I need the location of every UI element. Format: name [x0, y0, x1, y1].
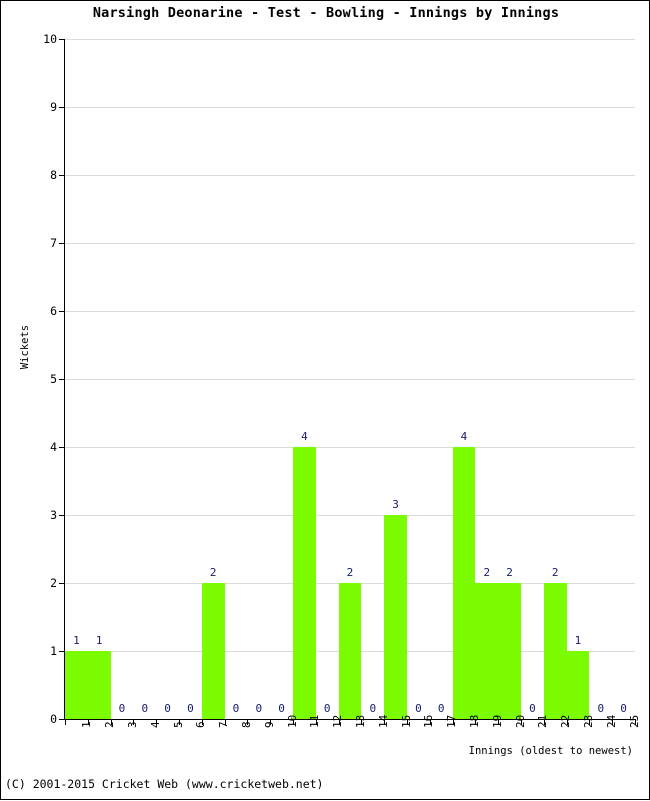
bar: [475, 583, 499, 719]
bar-value-label: 0: [323, 702, 331, 715]
x-axis-tick-mark: [612, 720, 614, 725]
x-axis-tick-mark: [224, 720, 226, 725]
gridline: [65, 243, 635, 244]
y-axis-tick-mark: [59, 243, 65, 244]
y-axis-tick-mark: [59, 311, 65, 312]
bar: [566, 651, 590, 719]
page-title: Narsingh Deonarine - Test - Bowling - In…: [92, 5, 560, 21]
footer-copyright: (C) 2001-2015 Cricket Web (www.cricketwe…: [5, 777, 324, 791]
bar-value-label: 0: [118, 702, 126, 715]
x-axis-tick-mark: [156, 720, 158, 725]
bar-value-label: 2: [483, 566, 491, 579]
bar-value-label: 0: [369, 702, 377, 715]
x-axis-tick-mark: [521, 720, 522, 725]
chart-page: Narsingh Deonarine - Test - Bowling - In…: [0, 0, 650, 800]
bar-value-label: 2: [506, 566, 513, 579]
bar-value-label: 0: [278, 702, 285, 715]
bar-value-label: 2: [346, 566, 354, 579]
bar-value-label: 0: [187, 702, 194, 715]
bar: [338, 583, 362, 719]
y-axis-tick-label: 6: [50, 304, 57, 318]
bar-value-label: 4: [460, 430, 468, 443]
x-axis-tick-mark: [270, 720, 272, 725]
y-axis-tick-mark: [59, 583, 65, 584]
x-axis-tick-mark: [635, 720, 636, 725]
bar-value-label: 0: [529, 702, 536, 715]
y-axis-tick-labels: 0 1 2 3 4 5 6 7 8 9 10: [1, 1, 57, 801]
y-axis-tick-label: 10: [43, 32, 57, 46]
x-axis-tick-mark: [361, 720, 363, 725]
bar: [293, 447, 316, 719]
x-axis-tick-mark: [315, 720, 317, 725]
bar-value-label: 1: [73, 634, 80, 647]
y-axis-tick-mark: [59, 39, 65, 40]
x-axis-tick-mark: [133, 720, 135, 725]
x-axis-tick-mark: [87, 720, 89, 725]
y-axis-tick-mark: [59, 515, 65, 516]
gridline: [65, 515, 635, 516]
y-axis-tick-mark: [59, 651, 65, 652]
plot-area: 1 1 0 0 0 0 2 0 0 0 4 0 2 0 3 0 0 4 2 2 0 2 1 0 0: [65, 39, 635, 719]
y-axis-tick-label: 9: [50, 100, 57, 114]
bar-value-label: 0: [620, 702, 627, 715]
x-axis-tick-mark: [293, 720, 294, 725]
x-axis-tick-mark: [247, 720, 249, 725]
bar-value-label: 2: [551, 566, 559, 579]
gridline: [65, 39, 635, 40]
bar: [498, 583, 521, 719]
y-axis-tick-label: 2: [50, 576, 57, 590]
x-axis-tick-mark: [338, 720, 340, 725]
x-axis-tick-mark: [179, 720, 180, 725]
y-axis-tick-mark: [59, 379, 65, 380]
gridline: [65, 175, 635, 176]
bar-value-label: 0: [415, 702, 422, 715]
bar-value-label: 0: [232, 702, 240, 715]
x-axis-line: [64, 719, 636, 720]
y-axis-tick-label: 4: [50, 440, 57, 454]
y-axis-tick-mark: [59, 107, 65, 108]
y-axis-tick-label: 1: [50, 644, 57, 658]
x-axis-tick-mark: [498, 720, 500, 725]
bar: [384, 515, 407, 719]
bar-value-label: 1: [574, 634, 582, 647]
gridline: [65, 107, 635, 108]
bar: [452, 447, 476, 719]
x-axis-title: Innings (oldest to newest): [468, 745, 633, 757]
x-axis-tick-mark: [110, 720, 112, 725]
gridline: [65, 311, 635, 312]
bar: [543, 583, 567, 719]
x-axis-tick-mark: [566, 720, 568, 725]
bar-value-label: 0: [164, 702, 171, 715]
bar-value-label: 0: [255, 702, 263, 715]
x-axis-tick-mark: [201, 720, 203, 725]
gridline: [65, 379, 635, 380]
y-axis-tick-label: 8: [50, 168, 57, 182]
bar-value-label: 0: [437, 702, 445, 715]
x-axis-tick-mark: [475, 720, 477, 725]
y-axis-tick-label: 3: [50, 508, 57, 522]
y-axis-tick-label: 7: [50, 236, 57, 250]
bar-value-label: 1: [95, 634, 103, 647]
y-axis-tick-mark: [59, 447, 65, 448]
bar-value-label: 0: [597, 702, 605, 715]
x-axis-tick-mark: [65, 720, 66, 725]
bar-value-label: 2: [209, 566, 217, 579]
gridline: [65, 447, 635, 448]
x-axis-tick-mark: [452, 720, 454, 725]
bar-value-label: 3: [392, 498, 399, 511]
y-axis-title: Wickets: [19, 324, 31, 370]
y-axis-tick-label: 0: [50, 712, 57, 726]
bar-value-label: 4: [301, 430, 308, 443]
y-axis-tick-label: 5: [50, 372, 57, 386]
bar: [65, 651, 88, 719]
bar-value-label: 0: [141, 702, 149, 715]
x-axis-tick-mark: [384, 720, 386, 725]
y-axis-tick-mark: [59, 175, 65, 176]
x-axis-tick-mark: [543, 720, 545, 725]
x-axis-tick-mark: [407, 720, 408, 725]
x-axis-tick-mark: [429, 720, 431, 725]
bar: [201, 583, 225, 719]
bar: [87, 651, 111, 719]
x-axis-tick-mark: [589, 720, 591, 725]
